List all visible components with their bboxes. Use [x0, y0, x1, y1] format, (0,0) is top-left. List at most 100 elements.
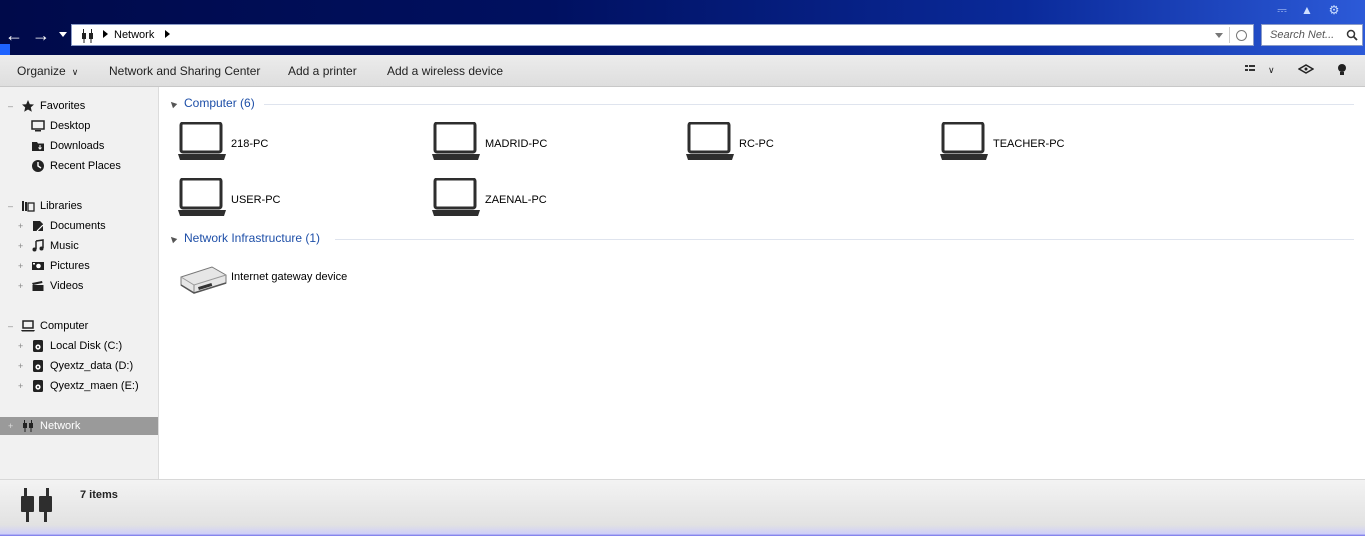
- recent-pages-dropdown-icon[interactable]: [58, 28, 68, 40]
- laptop-icon: [178, 122, 226, 160]
- laptop-icon: [686, 122, 734, 160]
- drive-icon: [33, 340, 43, 352]
- title-bar: ⎓ ▲ ⚙ ← → Network Search Net...: [0, 0, 1365, 55]
- laptop-icon: [432, 122, 480, 160]
- address-dropdown-icon[interactable]: [1215, 33, 1223, 38]
- sidebar-label: Computer: [40, 320, 89, 332]
- sidebar-label: Videos: [50, 280, 84, 292]
- expand-icon[interactable]: +: [18, 381, 23, 391]
- view-dropdown-icon[interactable]: ∨: [1268, 65, 1275, 76]
- organize-button[interactable]: Organize ∨: [17, 64, 78, 78]
- router-icon: [180, 266, 227, 294]
- expand-icon[interactable]: +: [18, 241, 23, 251]
- search-box[interactable]: Search Net...: [1261, 24, 1363, 46]
- video-icon: [32, 281, 44, 291]
- sidebar-label: Pictures: [50, 260, 90, 272]
- sidebar-label: Favorites: [40, 100, 86, 112]
- sidebar-label: Recent Places: [50, 160, 121, 172]
- group-title: Network Infrastructure (1): [184, 231, 321, 245]
- desktop-icon: [31, 120, 45, 132]
- group-divider: [264, 104, 1354, 105]
- documents-icon: [33, 221, 44, 232]
- expand-icon[interactable]: +: [8, 421, 13, 431]
- computer-tile-zaenal-pc[interactable]: ZAENAL-PC: [424, 178, 674, 222]
- search-icon[interactable]: [1346, 29, 1358, 41]
- expand-icon[interactable]: +: [18, 341, 23, 351]
- details-pane: 7 items: [0, 479, 1365, 536]
- group-header-network-infrastructure[interactable]: Network Infrastructure (1): [168, 231, 321, 247]
- collapse-icon[interactable]: –: [8, 201, 13, 211]
- computer-tile-madrid-pc[interactable]: MADRID-PC: [424, 122, 674, 166]
- sidebar-label: Desktop: [50, 120, 91, 132]
- collapse-icon[interactable]: –: [8, 101, 13, 111]
- computer-tile-user-pc[interactable]: USER-PC: [170, 178, 420, 222]
- preview-pane-icon[interactable]: [1298, 63, 1314, 75]
- item-count: 7 items: [80, 489, 118, 501]
- music-icon: [32, 239, 44, 252]
- view-options-icon[interactable]: [1244, 63, 1256, 75]
- add-wireless-device-button[interactable]: Add a wireless device: [387, 64, 503, 78]
- computer-icon: [21, 320, 35, 332]
- refresh-icon[interactable]: [1236, 30, 1247, 41]
- expand-icon[interactable]: +: [18, 261, 23, 271]
- chevron-up-icon[interactable]: ▲: [1298, 2, 1316, 18]
- collapse-triangle-icon[interactable]: [168, 99, 178, 109]
- laptop-icon: [940, 122, 988, 160]
- search-placeholder[interactable]: Search Net...: [1270, 29, 1334, 41]
- drive-icon: [33, 380, 43, 392]
- device-name: Internet gateway device: [231, 271, 348, 283]
- sidebar-label: Qyextz_maen (E:): [50, 380, 139, 392]
- chevron-down-icon: ∨: [71, 67, 79, 77]
- computer-tile-rc-pc[interactable]: RC-PC: [678, 122, 928, 166]
- sidebar-label: Libraries: [40, 200, 83, 212]
- help-bulb-icon[interactable]: [1337, 63, 1347, 77]
- downloads-folder-icon: [32, 142, 44, 151]
- star-icon: [22, 100, 34, 112]
- computer-name: ZAENAL-PC: [485, 194, 547, 206]
- expand-icon[interactable]: +: [18, 361, 23, 371]
- computer-name: 218-PC: [231, 138, 269, 150]
- back-button[interactable]: ←: [4, 25, 24, 45]
- sidebar-label: Music: [50, 240, 79, 252]
- computer-tile-teacher-pc[interactable]: TEACHER-PC: [932, 122, 1182, 166]
- accent-corner: [0, 44, 10, 55]
- add-printer-button[interactable]: Add a printer: [288, 64, 357, 78]
- computer-name: RC-PC: [739, 138, 774, 150]
- laptop-icon: [432, 178, 480, 216]
- recent-places-icon: [32, 160, 44, 172]
- breadcrumb-network[interactable]: Network: [114, 29, 154, 41]
- divider: [1229, 27, 1230, 43]
- network-icon: [21, 488, 52, 522]
- network-icon: [82, 29, 93, 43]
- computer-tile-218-pc[interactable]: 218-PC: [170, 122, 420, 166]
- minimize-icon[interactable]: ⎓: [1273, 2, 1291, 18]
- network-sharing-center-button[interactable]: Network and Sharing Center: [109, 64, 260, 78]
- navigation-pane: – Favorites Desktop Downloads Recent Pla…: [0, 87, 159, 479]
- sidebar-label: Downloads: [50, 140, 105, 152]
- expand-icon[interactable]: +: [18, 281, 23, 291]
- libraries-icon: [22, 201, 35, 212]
- sidebar-label: Documents: [50, 220, 106, 232]
- breadcrumb-arrow-icon[interactable]: [103, 30, 108, 38]
- expand-icon[interactable]: +: [18, 221, 23, 231]
- forward-button[interactable]: →: [31, 25, 51, 45]
- organize-label: Organize: [17, 64, 66, 78]
- sidebar-label: Network: [40, 420, 81, 432]
- address-bar[interactable]: Network: [71, 24, 1254, 46]
- group-title: Computer (6): [184, 96, 255, 110]
- content-pane: Computer (6) 218-PC MADRID-PC RC-PC TEAC…: [160, 87, 1360, 479]
- collapse-triangle-icon[interactable]: [168, 234, 178, 244]
- laptop-icon: [178, 178, 226, 216]
- sidebar-label: Local Disk (C:): [50, 340, 123, 352]
- camera-icon: [32, 262, 44, 270]
- computer-name: MADRID-PC: [485, 138, 548, 150]
- breadcrumb-arrow-icon[interactable]: [165, 30, 170, 38]
- help-icon[interactable]: ⚙: [1325, 2, 1343, 18]
- computer-name: USER-PC: [231, 194, 281, 206]
- drive-icon: [33, 360, 43, 372]
- sidebar-label: Qyextz_data (D:): [50, 360, 134, 372]
- collapse-icon[interactable]: –: [8, 321, 13, 331]
- gateway-tile[interactable]: Internet gateway device: [170, 263, 420, 307]
- group-divider: [335, 239, 1354, 240]
- group-header-computer[interactable]: Computer (6): [168, 96, 255, 112]
